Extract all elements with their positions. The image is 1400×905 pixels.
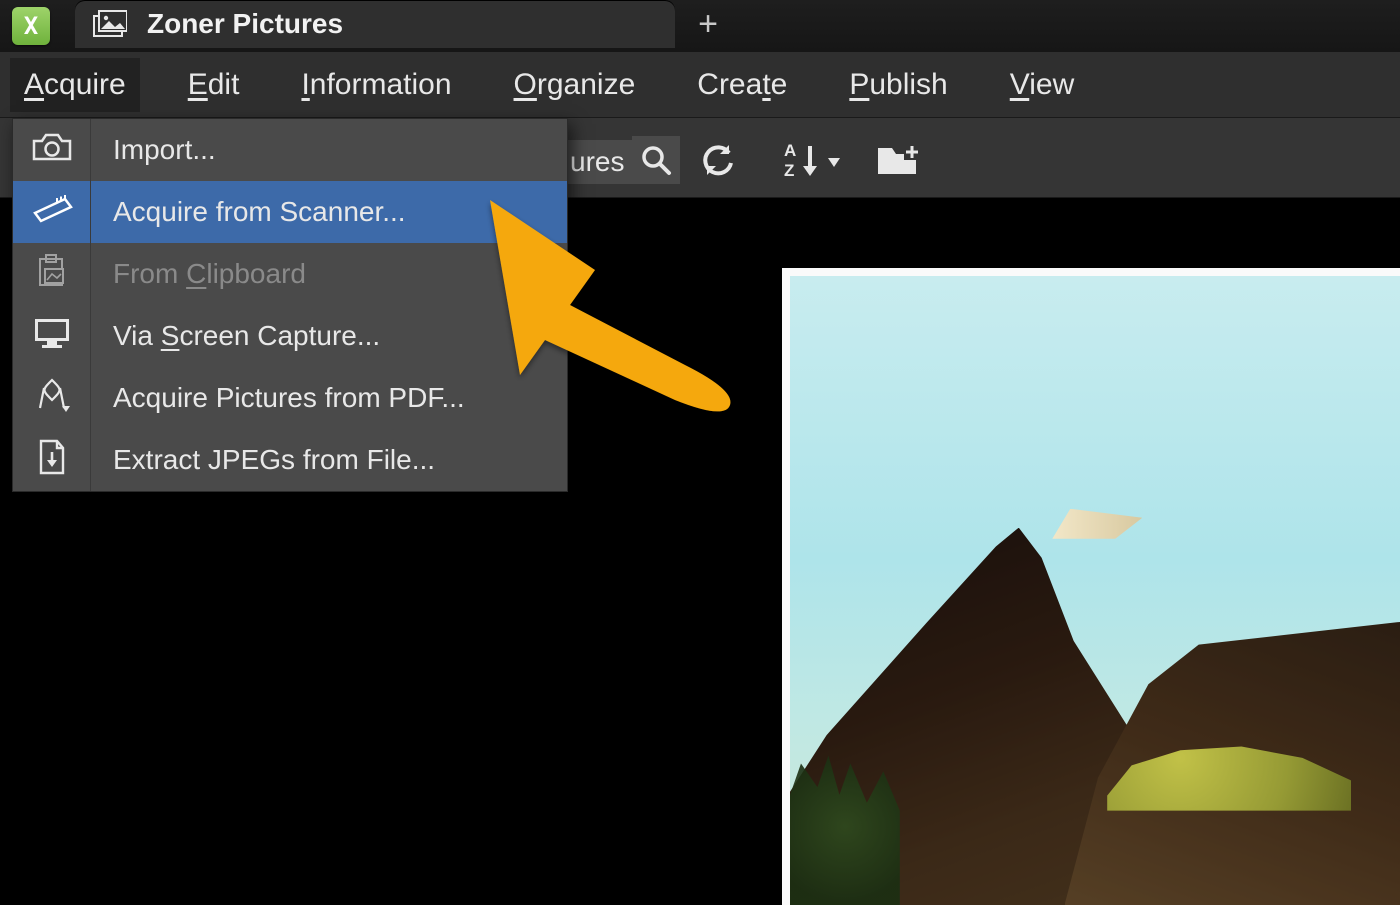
menu-item-acquire-from-scanner[interactable]: Acquire from Scanner... <box>13 181 567 243</box>
menu-organize[interactable]: Organize <box>500 58 650 112</box>
menu-item-label: From Clipboard <box>91 258 306 290</box>
refresh-button[interactable] <box>694 136 742 184</box>
menu-item-from-clipboard: From Clipboard <box>13 243 567 305</box>
menu-item-label: Acquire from Scanner... <box>91 196 406 228</box>
menu-item-acquire-from-pdf[interactable]: Acquire Pictures from PDF... <box>13 367 567 429</box>
menu-item-label: Extract JPEGs from File... <box>91 444 435 476</box>
menu-publish[interactable]: Publish <box>835 58 961 112</box>
menu-item-label: Acquire Pictures from PDF... <box>91 382 465 414</box>
clipboard-icon <box>34 253 70 296</box>
menu-item-import[interactable]: Import... <box>13 119 567 181</box>
menu-edit[interactable]: Edit <box>174 58 254 112</box>
menu-item-label: Import... <box>91 134 216 166</box>
pdf-icon <box>32 376 72 421</box>
camera-icon <box>32 131 72 170</box>
menubar: Acquire Edit Information Organize Create… <box>0 52 1400 118</box>
menu-view[interactable]: View <box>996 58 1088 112</box>
menu-acquire[interactable]: Acquire <box>10 58 140 112</box>
path-fragment[interactable]: ures <box>564 140 634 184</box>
app-root: X Zoner Pictures + Acquire Edit Informat… <box>0 0 1400 905</box>
app-short-label: X <box>24 12 38 40</box>
menu-item-via-screen-capture[interactable]: Via Screen Capture... <box>13 305 567 367</box>
image-preview[interactable] <box>782 268 1400 905</box>
excel-like-icon: X <box>12 7 50 45</box>
new-tab-button[interactable]: + <box>690 8 726 44</box>
menu-create[interactable]: Create <box>683 58 801 112</box>
new-folder-button[interactable] <box>874 136 922 184</box>
acquire-dropdown: Import... Acquire from Scanner... From C… <box>12 118 568 492</box>
menu-item-label: Via Screen Capture... <box>91 320 380 352</box>
svg-text:Z: Z <box>784 161 794 180</box>
menu-item-extract-jpegs[interactable]: Extract JPEGs from File... <box>13 429 567 491</box>
active-tab[interactable]: Zoner Pictures <box>75 0 675 48</box>
scanner-icon <box>31 193 73 232</box>
monitor-icon <box>32 316 72 357</box>
extract-icon <box>35 438 69 483</box>
titlebar: X Zoner Pictures + <box>0 0 1400 52</box>
svg-text:A: A <box>784 141 796 160</box>
pictures-icon <box>93 10 127 38</box>
background-app-tab[interactable]: X <box>0 0 62 52</box>
search-button[interactable] <box>632 136 680 184</box>
tab-title: Zoner Pictures <box>147 8 343 40</box>
menu-information[interactable]: Information <box>287 58 465 112</box>
sort-button[interactable]: A Z <box>776 136 848 184</box>
